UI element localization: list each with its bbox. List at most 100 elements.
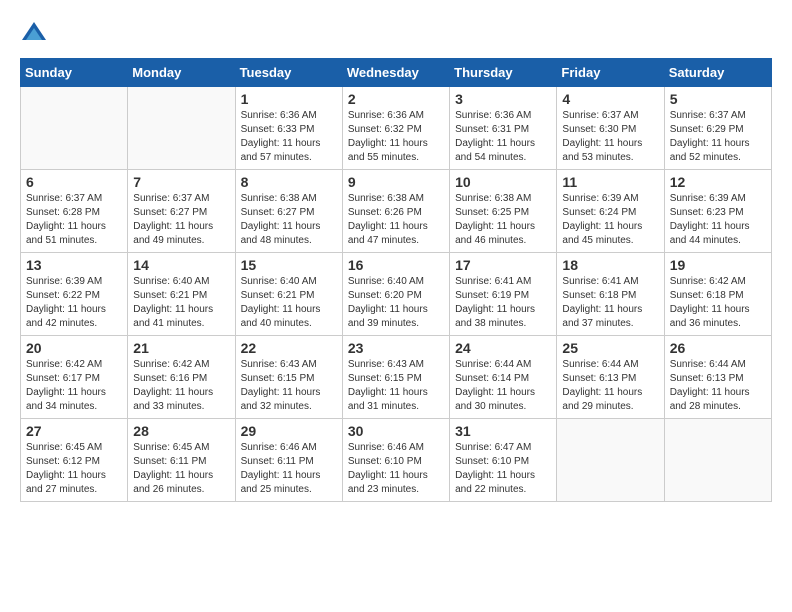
calendar-week-row: 20 Sunrise: 6:42 AMSunset: 6:17 PMDayligh…: [21, 336, 772, 419]
calendar-cell: 17 Sunrise: 6:41 AMSunset: 6:19 PMDayligh…: [450, 253, 557, 336]
day-info: Sunrise: 6:38 AMSunset: 6:26 PMDaylight:…: [348, 192, 444, 248]
calendar-cell: 25 Sunrise: 6:44 AMSunset: 6:13 PMDayligh…: [557, 336, 664, 419]
day-number: 3: [455, 91, 551, 107]
day-number: 5: [670, 91, 766, 107]
day-number: 11: [562, 174, 658, 190]
calendar-cell: 15 Sunrise: 6:40 AMSunset: 6:21 PMDayligh…: [235, 253, 342, 336]
day-info: Sunrise: 6:36 AMSunset: 6:31 PMDaylight:…: [455, 109, 551, 165]
calendar-cell: 10 Sunrise: 6:38 AMSunset: 6:25 PMDayligh…: [450, 170, 557, 253]
day-info: Sunrise: 6:45 AMSunset: 6:11 PMDaylight:…: [133, 441, 229, 497]
day-info: Sunrise: 6:37 AMSunset: 6:29 PMDaylight:…: [670, 109, 766, 165]
day-info: Sunrise: 6:44 AMSunset: 6:13 PMDaylight:…: [562, 358, 658, 414]
calendar-cell: 12 Sunrise: 6:39 AMSunset: 6:23 PMDayligh…: [664, 170, 771, 253]
day-info: Sunrise: 6:39 AMSunset: 6:23 PMDaylight:…: [670, 192, 766, 248]
calendar-cell: 1Sunrise: 6:36 AMSunset: 6:33 PMDaylight…: [235, 87, 342, 170]
day-number: 18: [562, 257, 658, 273]
calendar-week-row: 1Sunrise: 6:36 AMSunset: 6:33 PMDaylight…: [21, 87, 772, 170]
calendar-cell: 26Sunrise: 6:44 AMSunset: 6:13 PMDayligh…: [664, 336, 771, 419]
day-number: 26: [670, 340, 766, 356]
day-info: Sunrise: 6:38 AMSunset: 6:25 PMDaylight:…: [455, 192, 551, 248]
calendar-cell: 2 Sunrise: 6:36 AMSunset: 6:32 PMDaylight…: [342, 87, 449, 170]
calendar-cell: 24Sunrise: 6:44 AMSunset: 6:14 PMDayligh…: [450, 336, 557, 419]
day-info: Sunrise: 6:42 AMSunset: 6:17 PMDaylight:…: [26, 358, 122, 414]
day-number: 6: [26, 174, 122, 190]
day-number: 4: [562, 91, 658, 107]
calendar-cell: [128, 87, 235, 170]
calendar-cell: 7Sunrise: 6:37 AMSunset: 6:27 PMDaylight…: [128, 170, 235, 253]
calendar-cell: 11Sunrise: 6:39 AMSunset: 6:24 PMDayligh…: [557, 170, 664, 253]
page-header: [20, 20, 772, 48]
day-number: 31: [455, 423, 551, 439]
weekday-header: Friday: [557, 59, 664, 87]
day-number: 12: [670, 174, 766, 190]
calendar-cell: 9Sunrise: 6:38 AMSunset: 6:26 PMDaylight…: [342, 170, 449, 253]
day-number: 17: [455, 257, 551, 273]
day-info: Sunrise: 6:36 AMSunset: 6:33 PMDaylight:…: [241, 109, 337, 165]
day-number: 16: [348, 257, 444, 273]
weekday-header: Monday: [128, 59, 235, 87]
day-number: 10: [455, 174, 551, 190]
calendar-cell: 8Sunrise: 6:38 AMSunset: 6:27 PMDaylight…: [235, 170, 342, 253]
weekday-header: Wednesday: [342, 59, 449, 87]
day-info: Sunrise: 6:41 AMSunset: 6:19 PMDaylight:…: [455, 275, 551, 331]
day-number: 14: [133, 257, 229, 273]
day-info: Sunrise: 6:42 AMSunset: 6:16 PMDaylight:…: [133, 358, 229, 414]
calendar-cell: 5 Sunrise: 6:37 AMSunset: 6:29 PMDaylight…: [664, 87, 771, 170]
day-info: Sunrise: 6:40 AMSunset: 6:20 PMDaylight:…: [348, 275, 444, 331]
calendar-cell: [21, 87, 128, 170]
calendar-table: SundayMondayTuesdayWednesdayThursdayFrid…: [20, 58, 772, 502]
day-number: 24: [455, 340, 551, 356]
calendar-cell: 20 Sunrise: 6:42 AMSunset: 6:17 PMDayligh…: [21, 336, 128, 419]
calendar-cell: 3 Sunrise: 6:36 AMSunset: 6:31 PMDaylight…: [450, 87, 557, 170]
weekday-header: Sunday: [21, 59, 128, 87]
calendar-cell: 31Sunrise: 6:47 AMSunset: 6:10 PMDayligh…: [450, 419, 557, 502]
day-number: 23: [348, 340, 444, 356]
calendar-cell: 27 Sunrise: 6:45 AMSunset: 6:12 PMDayligh…: [21, 419, 128, 502]
calendar-cell: [664, 419, 771, 502]
calendar-cell: 19 Sunrise: 6:42 AMSunset: 6:18 PMDayligh…: [664, 253, 771, 336]
day-number: 15: [241, 257, 337, 273]
calendar-cell: 22Sunrise: 6:43 AMSunset: 6:15 PMDayligh…: [235, 336, 342, 419]
day-number: 13: [26, 257, 122, 273]
calendar-cell: 14 Sunrise: 6:40 AMSunset: 6:21 PMDayligh…: [128, 253, 235, 336]
logo-icon: [20, 20, 48, 48]
day-number: 21: [133, 340, 229, 356]
calendar-cell: 29 Sunrise: 6:46 AMSunset: 6:11 PMDayligh…: [235, 419, 342, 502]
day-number: 29: [241, 423, 337, 439]
day-info: Sunrise: 6:40 AMSunset: 6:21 PMDaylight:…: [241, 275, 337, 331]
calendar-cell: 13 Sunrise: 6:39 AMSunset: 6:22 PMDayligh…: [21, 253, 128, 336]
day-number: 27: [26, 423, 122, 439]
day-info: Sunrise: 6:40 AMSunset: 6:21 PMDaylight:…: [133, 275, 229, 331]
calendar-cell: 16 Sunrise: 6:40 AMSunset: 6:20 PMDayligh…: [342, 253, 449, 336]
day-info: Sunrise: 6:39 AMSunset: 6:22 PMDaylight:…: [26, 275, 122, 331]
day-info: Sunrise: 6:41 AMSunset: 6:18 PMDaylight:…: [562, 275, 658, 331]
day-info: Sunrise: 6:45 AMSunset: 6:12 PMDaylight:…: [26, 441, 122, 497]
day-info: Sunrise: 6:46 AMSunset: 6:10 PMDaylight:…: [348, 441, 444, 497]
weekday-header: Tuesday: [235, 59, 342, 87]
day-number: 7: [133, 174, 229, 190]
day-info: Sunrise: 6:43 AMSunset: 6:15 PMDaylight:…: [348, 358, 444, 414]
day-info: Sunrise: 6:36 AMSunset: 6:32 PMDaylight:…: [348, 109, 444, 165]
day-number: 30: [348, 423, 444, 439]
calendar-header-row: SundayMondayTuesdayWednesdayThursdayFrid…: [21, 59, 772, 87]
day-info: Sunrise: 6:42 AMSunset: 6:18 PMDaylight:…: [670, 275, 766, 331]
day-number: 20: [26, 340, 122, 356]
calendar-week-row: 6 Sunrise: 6:37 AMSunset: 6:28 PMDaylight…: [21, 170, 772, 253]
day-number: 2: [348, 91, 444, 107]
logo: [20, 20, 52, 48]
weekday-header: Saturday: [664, 59, 771, 87]
day-info: Sunrise: 6:46 AMSunset: 6:11 PMDaylight:…: [241, 441, 337, 497]
day-info: Sunrise: 6:37 AMSunset: 6:28 PMDaylight:…: [26, 192, 122, 248]
day-number: 22: [241, 340, 337, 356]
calendar-week-row: 13 Sunrise: 6:39 AMSunset: 6:22 PMDayligh…: [21, 253, 772, 336]
weekday-header: Thursday: [450, 59, 557, 87]
calendar-cell: 4Sunrise: 6:37 AMSunset: 6:30 PMDaylight…: [557, 87, 664, 170]
day-info: Sunrise: 6:38 AMSunset: 6:27 PMDaylight:…: [241, 192, 337, 248]
calendar-cell: [557, 419, 664, 502]
calendar-cell: 23 Sunrise: 6:43 AMSunset: 6:15 PMDayligh…: [342, 336, 449, 419]
calendar-cell: 30 Sunrise: 6:46 AMSunset: 6:10 PMDayligh…: [342, 419, 449, 502]
calendar-cell: 21 Sunrise: 6:42 AMSunset: 6:16 PMDayligh…: [128, 336, 235, 419]
day-number: 25: [562, 340, 658, 356]
day-number: 19: [670, 257, 766, 273]
calendar-week-row: 27 Sunrise: 6:45 AMSunset: 6:12 PMDayligh…: [21, 419, 772, 502]
